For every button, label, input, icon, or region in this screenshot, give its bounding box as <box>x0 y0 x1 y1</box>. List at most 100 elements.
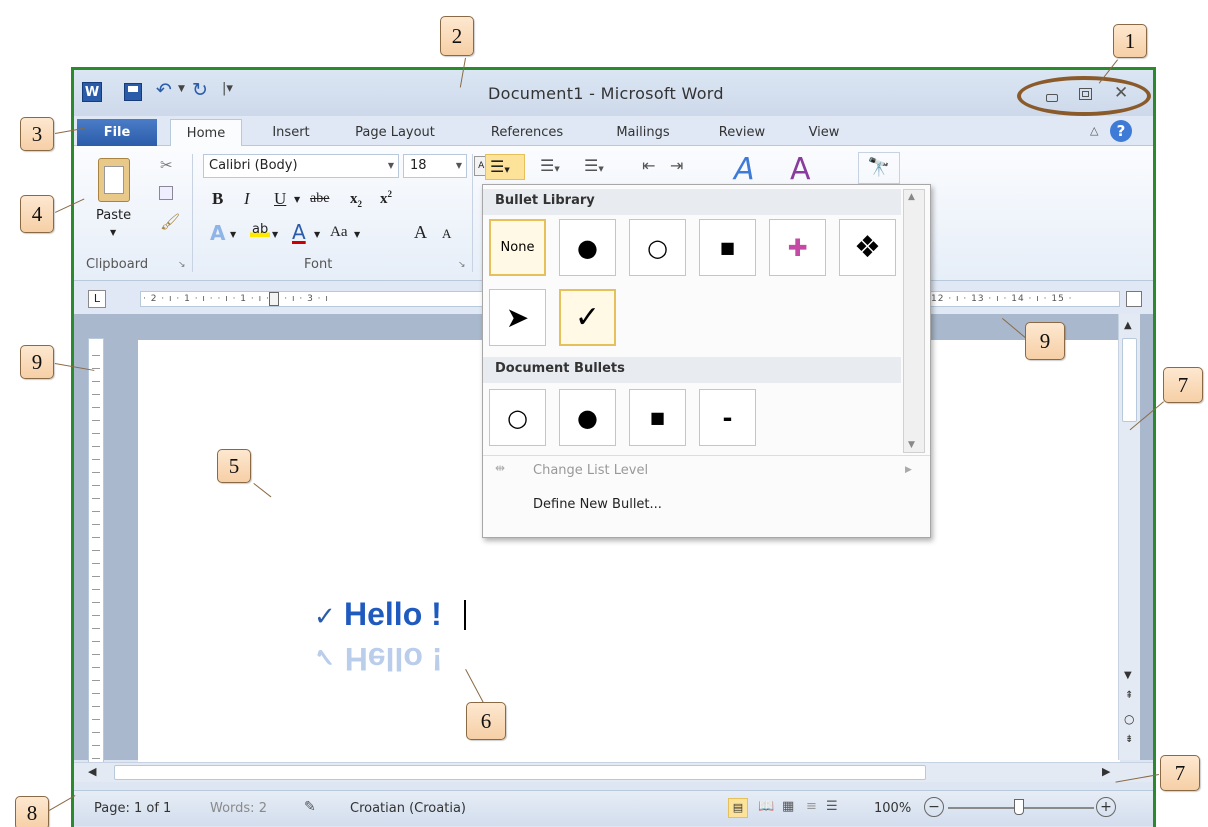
scroll-left-icon[interactable]: ◀ <box>88 765 96 778</box>
doc-bullet-square[interactable]: ■ <box>629 389 686 446</box>
strikethrough-button[interactable]: abe <box>310 191 329 207</box>
browse-object-icon[interactable]: ○ <box>1124 712 1134 726</box>
grow-font-button[interactable]: A <box>414 222 427 243</box>
underline-button[interactable]: U <box>274 189 286 209</box>
superscript-button[interactable]: x2 <box>380 189 392 208</box>
document-text[interactable]: Hello ! <box>344 596 442 633</box>
doc-bullet-dash[interactable]: - <box>699 389 756 446</box>
minimize-icon[interactable] <box>1046 94 1058 102</box>
bullets-button[interactable]: ☰▼ <box>485 154 525 180</box>
horizontal-scroll-thumb[interactable] <box>114 765 926 780</box>
styles-icon-1[interactable]: A <box>734 152 755 187</box>
page-count[interactable]: Page: 1 of 1 <box>94 801 171 816</box>
proofing-icon[interactable]: ✎ <box>304 799 316 815</box>
bold-button[interactable]: B <box>212 189 223 209</box>
decrease-indent-icon[interactable]: ⇤ <box>642 156 655 175</box>
change-case-button[interactable]: Aa <box>330 224 348 241</box>
copy-icon[interactable] <box>159 186 173 200</box>
scroll-up-icon[interactable]: ▲ <box>1124 320 1132 331</box>
tab-home[interactable]: Home <box>170 119 242 146</box>
define-new-bullet-item[interactable]: Define New Bullet... <box>533 497 662 512</box>
numbering-icon[interactable]: ☰▼ <box>540 156 560 175</box>
previous-page-icon[interactable]: ⇞ <box>1125 690 1133 701</box>
italic-button[interactable]: I <box>244 189 250 209</box>
dropdown-scrollbar[interactable]: ▲ ▼ <box>903 189 925 453</box>
doc-bullet-filled-circle[interactable]: ● <box>559 389 616 446</box>
word-app-icon[interactable]: W <box>82 82 102 102</box>
vertical-scroll-thumb[interactable] <box>1122 338 1137 422</box>
subscript-button[interactable]: x2 <box>350 191 362 209</box>
zoom-level[interactable]: 100% <box>874 801 911 816</box>
vertical-scrollbar[interactable]: ▲ ▼ ⇞ ○ ⇟ <box>1118 314 1140 760</box>
tab-insert[interactable]: Insert <box>260 119 322 146</box>
font-name-box[interactable]: Calibri (Body) ▼ <box>203 154 399 178</box>
shrink-font-button[interactable]: A <box>442 226 451 242</box>
underline-dropdown-icon[interactable]: ▼ <box>294 195 300 204</box>
zoom-out-icon[interactable]: − <box>924 797 944 817</box>
find-icon[interactable]: 🔭 <box>858 152 900 184</box>
outline-icon[interactable]: ≡ <box>806 799 817 814</box>
minimize-ribbon-icon[interactable]: △ <box>1090 124 1098 137</box>
multilevel-list-icon[interactable]: ☰▼ <box>584 156 604 175</box>
bullet-diamond-cluster[interactable]: ❖ <box>839 219 896 276</box>
change-list-level-item[interactable]: Change List Level <box>533 463 648 478</box>
tab-selector-icon[interactable]: L <box>88 290 106 308</box>
highlight-dropdown-icon[interactable]: ▼ <box>272 230 278 239</box>
customize-toolbar-icon[interactable]: |▾ <box>222 81 233 96</box>
tab-view[interactable]: View <box>794 119 854 146</box>
language[interactable]: Croatian (Croatia) <box>350 801 466 816</box>
tab-file[interactable]: File <box>77 119 157 146</box>
increase-indent-icon[interactable]: ⇥ <box>670 156 683 175</box>
tab-references[interactable]: References <box>476 119 578 146</box>
font-color-dropdown-icon[interactable]: ▼ <box>314 230 320 239</box>
cut-icon[interactable]: ✂ <box>160 156 173 174</box>
paste-icon[interactable] <box>98 158 130 202</box>
horizontal-scrollbar[interactable]: ◀ ▶ <box>74 762 1153 782</box>
bullet-hollow-circle[interactable]: ○ <box>629 219 686 276</box>
paste-dropdown-icon[interactable]: ▼ <box>110 228 116 237</box>
save-icon[interactable] <box>124 83 142 101</box>
bullet-checkmark[interactable]: ✓ <box>559 289 616 346</box>
full-screen-reading-icon[interactable]: 📖 <box>758 799 774 814</box>
scroll-down-icon[interactable]: ▼ <box>908 440 915 450</box>
font-size-box[interactable]: 18 ▼ <box>403 154 467 178</box>
web-layout-icon[interactable]: ▦ <box>782 799 794 814</box>
tab-page-layout[interactable]: Page Layout <box>340 119 450 146</box>
vertical-ruler[interactable] <box>88 338 104 768</box>
bullet-square[interactable]: ■ <box>699 219 756 276</box>
help-icon[interactable]: ? <box>1110 120 1132 142</box>
next-page-icon[interactable]: ⇟ <box>1125 734 1133 745</box>
word-count[interactable]: Words: 2 <box>210 801 267 816</box>
undo-dropdown-icon[interactable]: ▼ <box>178 84 185 94</box>
format-painter-icon[interactable]: 🖌 <box>160 212 180 231</box>
highlight-icon[interactable]: ab <box>250 222 271 237</box>
scroll-up-icon[interactable]: ▲ <box>908 192 915 202</box>
change-case-dropdown-icon[interactable]: ▼ <box>354 230 360 239</box>
clipboard-launcher-icon[interactable]: ↘ <box>178 260 186 270</box>
text-effects-icon[interactable]: A <box>210 221 225 245</box>
tab-review[interactable]: Review <box>704 119 780 146</box>
bullet-cross[interactable]: ✚ <box>769 219 826 276</box>
styles-icon-2[interactable]: A <box>790 152 811 187</box>
paste-button[interactable]: Paste <box>96 208 131 223</box>
font-color-icon[interactable]: A <box>292 220 306 244</box>
undo-icon[interactable]: ↶ <box>156 79 172 101</box>
indent-marker-icon[interactable] <box>269 292 279 306</box>
doc-bullet-hollow-circle[interactable]: ○ <box>489 389 546 446</box>
text-effects-dropdown-icon[interactable]: ▼ <box>230 230 236 239</box>
tab-mailings[interactable]: Mailings <box>598 119 688 146</box>
maximize-icon[interactable] <box>1079 88 1092 100</box>
draft-icon[interactable]: ☰ <box>826 799 838 814</box>
bullet-filled-circle[interactable]: ● <box>559 219 616 276</box>
redo-icon[interactable]: ↻ <box>192 79 208 101</box>
bullet-arrow[interactable]: ➤ <box>489 289 546 346</box>
close-icon[interactable]: ✕ <box>1114 83 1128 103</box>
font-launcher-icon[interactable]: ↘ <box>458 260 466 270</box>
print-layout-icon[interactable]: ▤ <box>728 798 748 818</box>
zoom-in-icon[interactable]: + <box>1096 797 1116 817</box>
zoom-slider-thumb[interactable] <box>1014 799 1024 815</box>
scroll-down-icon[interactable]: ▼ <box>1124 670 1132 681</box>
bullet-none[interactable]: None <box>489 219 546 276</box>
view-ruler-icon[interactable] <box>1126 291 1142 307</box>
scroll-right-icon[interactable]: ▶ <box>1102 765 1110 778</box>
